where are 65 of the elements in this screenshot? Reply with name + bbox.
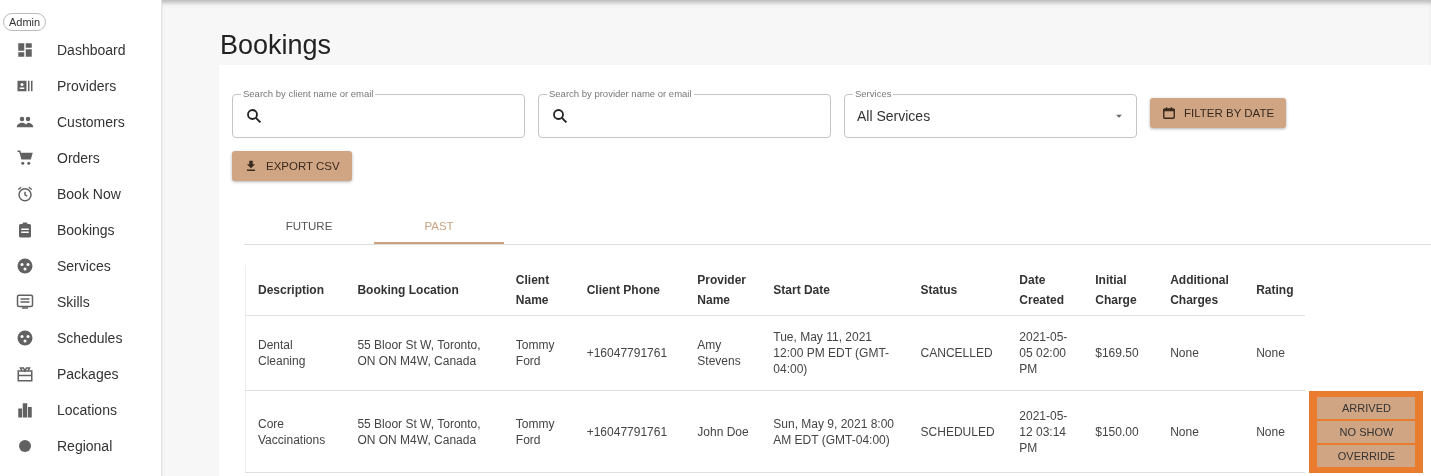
table-cell: 2021-05-05 02:00 PM xyxy=(1007,315,1084,391)
nav-item[interactable]: Bookings xyxy=(57,222,115,238)
nav-item[interactable]: Book Now xyxy=(57,186,121,202)
table-cell: None xyxy=(1158,315,1245,391)
column-header: Initial Charge xyxy=(1083,265,1159,316)
dashboard-icon[interactable] xyxy=(16,41,34,59)
nav-item[interactable]: Regional xyxy=(57,438,113,454)
nav-item[interactable]: Schedules xyxy=(57,330,123,346)
nav-item[interactable]: Skills xyxy=(57,294,90,310)
column-header: Client Phone xyxy=(574,265,686,316)
nav-item[interactable]: Locations xyxy=(57,402,117,418)
table-cell: $150.00 xyxy=(1083,390,1159,473)
column-header: Rating xyxy=(1244,265,1306,316)
table-cell: Amy Stevens xyxy=(685,315,762,391)
nav-item[interactable]: Providers xyxy=(57,78,117,94)
table-cell: Tommy Ford xyxy=(503,390,575,473)
table-cell: Core Vaccinations xyxy=(245,390,346,473)
action-button[interactable]: ARRIVED xyxy=(1317,396,1416,419)
nav-item[interactable]: Orders xyxy=(57,150,100,166)
table-cell: 2021-05-12 03:14 PM xyxy=(1007,390,1084,473)
buildings-icon[interactable] xyxy=(16,401,34,419)
column-header: Client Name xyxy=(503,265,575,316)
nav-item[interactable]: Services xyxy=(57,258,111,274)
column-header: Provider Name xyxy=(685,265,762,316)
table-cell: CANCELLED xyxy=(908,315,1008,391)
table-cell: None xyxy=(1158,390,1245,473)
page-title: Bookings xyxy=(220,30,333,62)
search-icon xyxy=(551,107,569,125)
table-cell: SCHEDULED xyxy=(908,390,1008,473)
table-cell: +16047791761 xyxy=(574,315,686,391)
calendar-icon xyxy=(1162,106,1176,120)
table-cell: +16047791761 xyxy=(574,390,686,473)
table-cell: 55 Bloor St W, Toronto, ON ON M4W, Canada xyxy=(345,390,504,473)
column-header: Additional Charges xyxy=(1158,265,1245,316)
nav-item[interactable]: Dashboard xyxy=(57,42,126,58)
gift-icon[interactable] xyxy=(16,365,34,383)
clipboard-icon[interactable] xyxy=(16,221,34,239)
column-header: Start Date xyxy=(761,265,909,316)
tab[interactable]: FUTURE xyxy=(244,209,374,244)
monitor-icon[interactable] xyxy=(16,293,34,311)
cart-icon[interactable] xyxy=(16,149,34,167)
column-header: Booking Location xyxy=(345,265,504,316)
nav-item[interactable]: Packages xyxy=(57,366,119,382)
table-cell: Dental Cleaning xyxy=(245,315,346,391)
table-cell: None xyxy=(1244,315,1306,391)
table-cell: $169.50 xyxy=(1083,315,1159,391)
search-icon xyxy=(245,107,263,125)
table-cell: None xyxy=(1244,390,1306,473)
palette-icon[interactable] xyxy=(16,257,34,275)
table-cell: 55 Bloor St W, Toronto, ON ON M4W, Canada xyxy=(345,315,504,391)
action-button[interactable]: OVERRIDE xyxy=(1317,444,1416,467)
column-header: Description xyxy=(245,265,346,316)
alarm-clock-icon[interactable] xyxy=(16,185,34,203)
table-cell: Tommy Ford xyxy=(503,315,575,391)
palette-icon[interactable] xyxy=(16,329,34,347)
table-cell: Sun, May 9, 2021 8:00 AM EDT (GMT-04:00) xyxy=(761,390,909,473)
column-header: Status xyxy=(908,265,1008,316)
column-header: Date Created xyxy=(1007,265,1084,316)
action-button[interactable]: NO SHOW xyxy=(1317,420,1416,443)
filter-by-date-button[interactable]: FILTER BY DATE xyxy=(1150,98,1287,128)
download-icon xyxy=(244,159,258,173)
table-cell: Tue, May 11, 2021 12:00 PM EDT (GMT-04:00) xyxy=(761,315,909,391)
nav-item[interactable]: Customers xyxy=(57,114,125,130)
table-cell: John Doe xyxy=(685,390,762,473)
export-csv-button[interactable]: EXPORT CSV xyxy=(232,151,352,181)
